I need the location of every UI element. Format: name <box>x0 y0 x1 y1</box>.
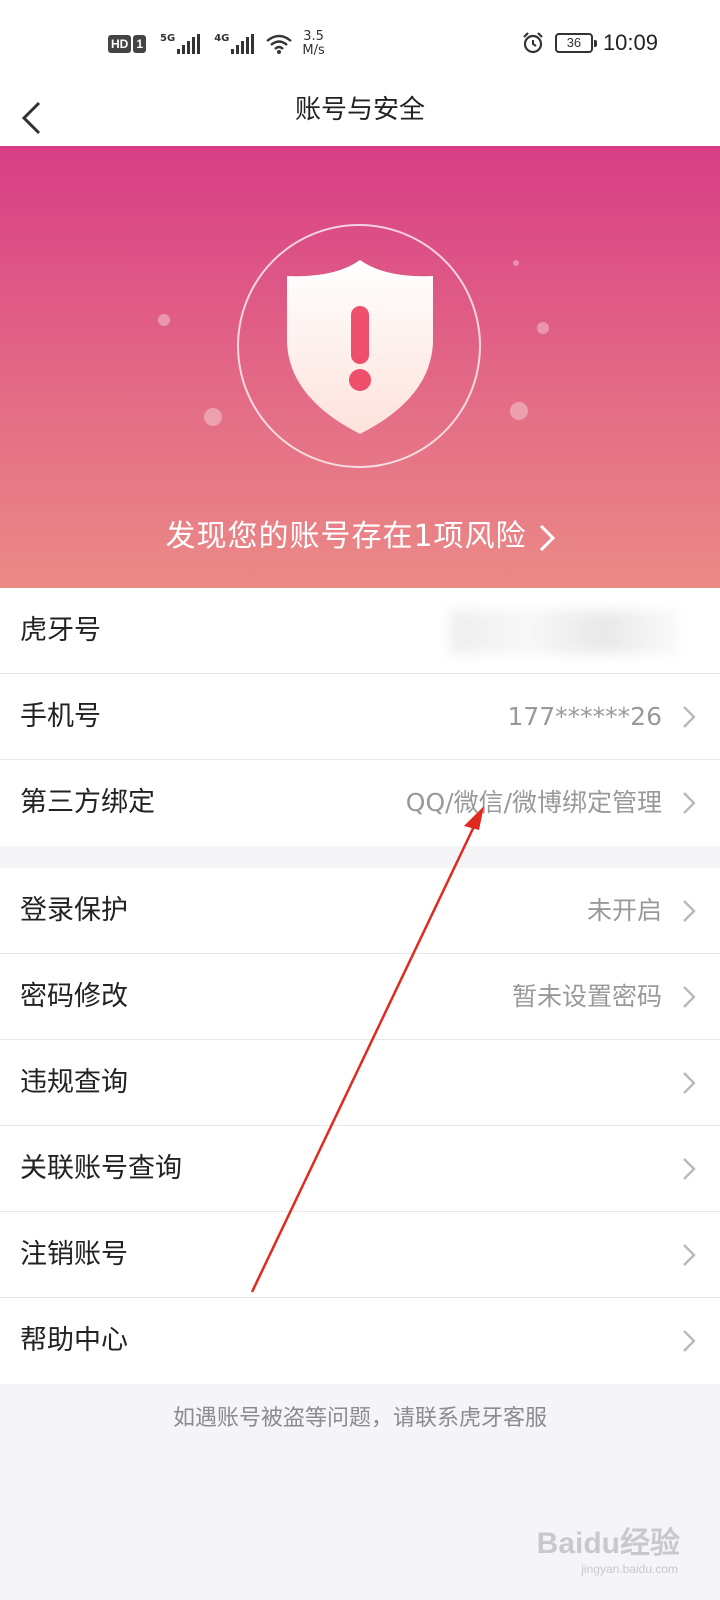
row-login-protection[interactable]: 登录保护 未开启 <box>0 868 720 954</box>
baidu-watermark: Baidu经验 <box>536 1527 680 1560</box>
row-label: 注销账号 <box>20 1239 128 1270</box>
row-violation-query[interactable]: 违规查询 <box>0 1040 720 1126</box>
baidu-watermark-url: jingyan.baidu.com <box>581 1562 678 1576</box>
chevron-right-icon <box>683 900 696 922</box>
chevron-right-icon <box>683 986 696 1008</box>
row-password-change[interactable]: 密码修改 暂未设置密码 <box>0 954 720 1040</box>
chevron-left-icon <box>21 101 41 135</box>
status-time: 10:09 <box>602 30 658 55</box>
risk-banner: 发现您的账号存在1项风险 <box>0 146 720 588</box>
decor-dot <box>204 408 222 426</box>
chevron-right-icon <box>683 1158 696 1180</box>
row-phone[interactable]: 手机号 177******26 <box>0 674 720 760</box>
row-label: 登录保护 <box>20 895 128 926</box>
row-third-party-binding[interactable]: 第三方绑定 QQ/微信/微博绑定管理 <box>0 760 720 846</box>
row-label: 关联账号查询 <box>20 1153 182 1184</box>
sim-label: 1 <box>133 35 147 53</box>
row-label: 密码修改 <box>20 981 128 1012</box>
signal-4g-icon: 4G <box>214 34 255 54</box>
status-left: HD 1 5G 4G 3.5 M/s <box>108 30 325 58</box>
alarm-clock-icon <box>523 32 543 54</box>
row-label: 帮助中心 <box>20 1325 128 1356</box>
back-button[interactable] <box>20 90 80 146</box>
status-bar: HD 1 5G 4G 3.5 M/s 36 10:09 <box>0 0 720 90</box>
hd-badge: HD 1 <box>108 35 147 53</box>
security-list: 登录保护 未开启 密码修改 暂未设置密码 违规查询 关联账号查询 注销账号 帮助… <box>0 868 720 1384</box>
row-value: 177******26 <box>507 702 662 731</box>
status-right: 36 10:09 <box>521 30 658 56</box>
chevron-right-icon <box>683 706 696 728</box>
decor-dot <box>510 402 528 420</box>
row-delete-account[interactable]: 注销账号 <box>0 1212 720 1298</box>
chevron-right-icon <box>539 524 555 551</box>
row-label: 虎牙号 <box>20 615 101 646</box>
decor-dot <box>158 314 170 326</box>
row-linked-accounts[interactable]: 关联账号查询 <box>0 1126 720 1212</box>
shield-alert-icon <box>287 260 433 434</box>
nav-bar: 账号与安全 <box>0 90 720 146</box>
row-help-center[interactable]: 帮助中心 <box>0 1298 720 1384</box>
wifi-icon <box>266 34 293 54</box>
battery-icon: 36 <box>554 33 597 53</box>
risk-link[interactable]: 发现您的账号存在1项风险 <box>0 511 720 555</box>
decor-dot <box>513 260 519 266</box>
page-title: 账号与安全 <box>294 95 425 125</box>
net-speed: 3.5 M/s <box>302 29 325 58</box>
chevron-right-icon <box>683 1330 696 1352</box>
chevron-right-icon <box>683 1072 696 1094</box>
masked-huya-id <box>450 610 680 654</box>
decor-dot <box>537 322 549 334</box>
row-huya-id[interactable]: 虎牙号 <box>0 588 720 674</box>
row-value: QQ/微信/微博绑定管理 <box>405 788 662 817</box>
footer-note: 如遇账号被盗等问题，请联系虎牙客服 <box>172 1406 547 1431</box>
signal-5g-icon: 5G <box>160 34 201 54</box>
row-label: 违规查询 <box>20 1067 128 1098</box>
row-label: 手机号 <box>20 701 101 732</box>
chevron-right-icon <box>683 792 696 814</box>
row-value: 暂未设置密码 <box>511 982 662 1011</box>
risk-text: 发现您的账号存在1项风险 <box>165 519 527 554</box>
account-list: 虎牙号 手机号 177******26 第三方绑定 QQ/微信/微博绑定管理 <box>0 588 720 846</box>
hd-label: HD <box>108 35 132 53</box>
chevron-right-icon <box>683 1244 696 1266</box>
row-label: 第三方绑定 <box>20 787 155 818</box>
row-value: 未开启 <box>586 896 662 925</box>
